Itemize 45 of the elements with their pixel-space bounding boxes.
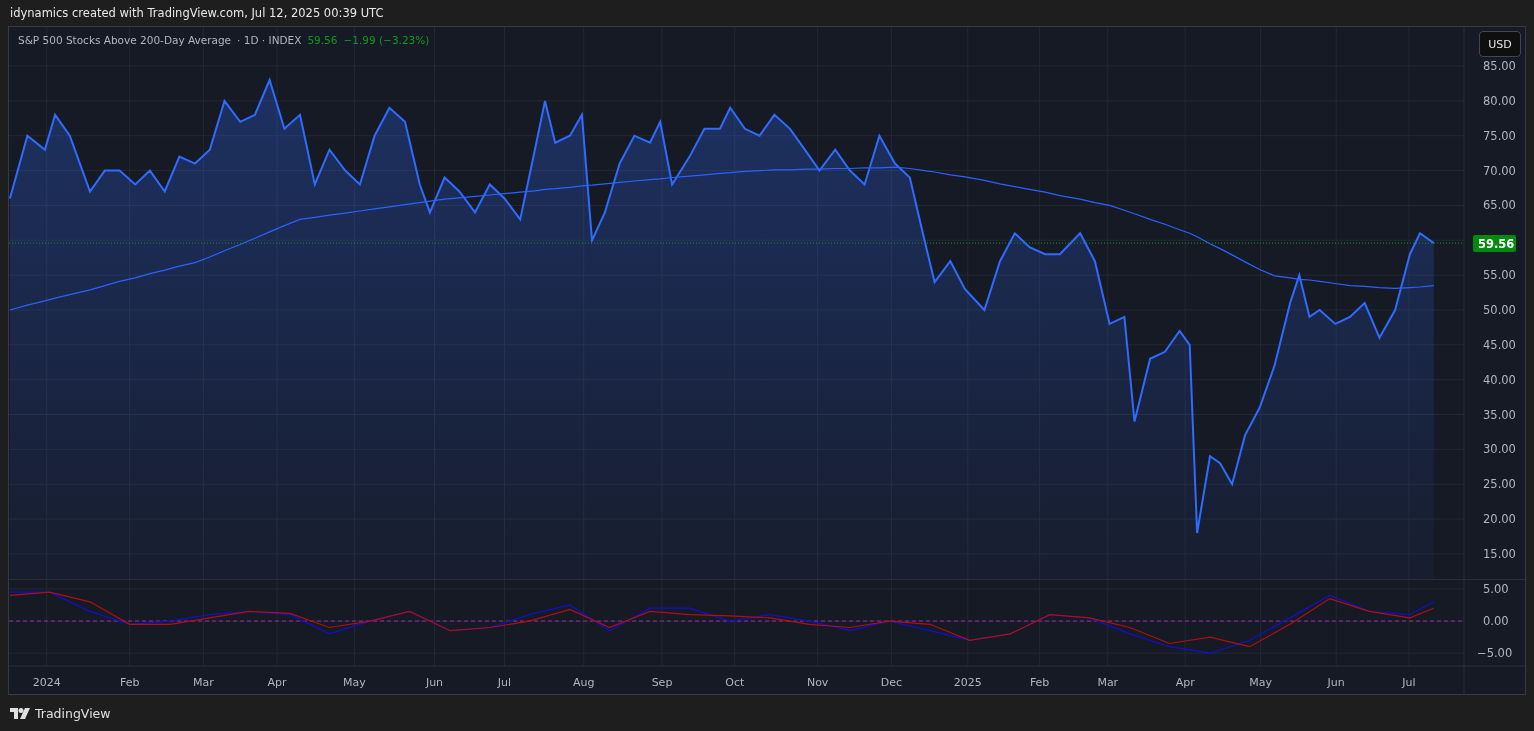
axis-label: Jul: [497, 676, 512, 689]
axis-label: Nov: [806, 676, 829, 689]
logo-icon: [10, 707, 30, 719]
axis-label: May: [1249, 676, 1273, 689]
axis-label: Mar: [1097, 676, 1119, 689]
axis-label: 35.00: [1483, 407, 1516, 422]
axis-label: Aug: [572, 676, 595, 689]
axis-label: Sep: [651, 676, 673, 689]
symbol-title: S&P 500 Stocks Above 200-Day Average: [18, 34, 232, 46]
axis-label: 0.00: [1483, 614, 1509, 629]
axis-label: Oct: [725, 676, 745, 689]
axis-label: 2025: [953, 676, 982, 689]
chart-caption: idynamics created with TradingView.com, Jul 12, 2025 00:39 UTC: [9, 5, 385, 22]
last-price-label: 59.56: [1473, 235, 1516, 253]
axis-label: 70.00: [1483, 163, 1516, 178]
axis-label: 15.00: [1483, 546, 1516, 561]
axis-label: Feb: [1029, 676, 1050, 689]
axis-label: Feb: [119, 676, 140, 689]
axis-label: Apr: [1175, 676, 1195, 689]
axis-label: 2024: [32, 676, 61, 689]
axis-label: Dec: [880, 676, 902, 689]
axis-label: Jun: [1327, 676, 1345, 689]
axis-label: 50.00: [1483, 302, 1516, 317]
axis-label: 25.00: [1483, 477, 1516, 492]
axis-label: 80.00: [1483, 93, 1516, 108]
axis-label: 5.00: [1483, 582, 1509, 596]
axis-label: −5.00: [1477, 646, 1513, 661]
axis-label: 55.00: [1483, 268, 1516, 283]
axis-label: May: [343, 676, 366, 689]
axis-label: 45.00: [1483, 337, 1516, 352]
axis-label: 65.00: [1483, 198, 1516, 213]
axis-label: 85.00: [1483, 59, 1516, 74]
axis-label: 30.00: [1483, 442, 1516, 457]
axis-label: Jun: [425, 676, 444, 689]
axis-label: 75.00: [1483, 128, 1516, 143]
axis-label: Jul: [1402, 676, 1416, 689]
axis-label: 40.00: [1483, 372, 1516, 387]
brand-name: TradingView: [35, 705, 111, 721]
currency-button[interactable]: USD: [1479, 31, 1521, 57]
axis-label: Mar: [192, 676, 214, 689]
price-change: −1.99 (−3.23%): [343, 34, 430, 46]
price-value: 59.56: [307, 34, 338, 46]
axis-label: Apr: [267, 676, 287, 689]
symbol-details: · 1D · INDEX: [237, 34, 302, 46]
axis-label: 20.00: [1483, 512, 1516, 527]
